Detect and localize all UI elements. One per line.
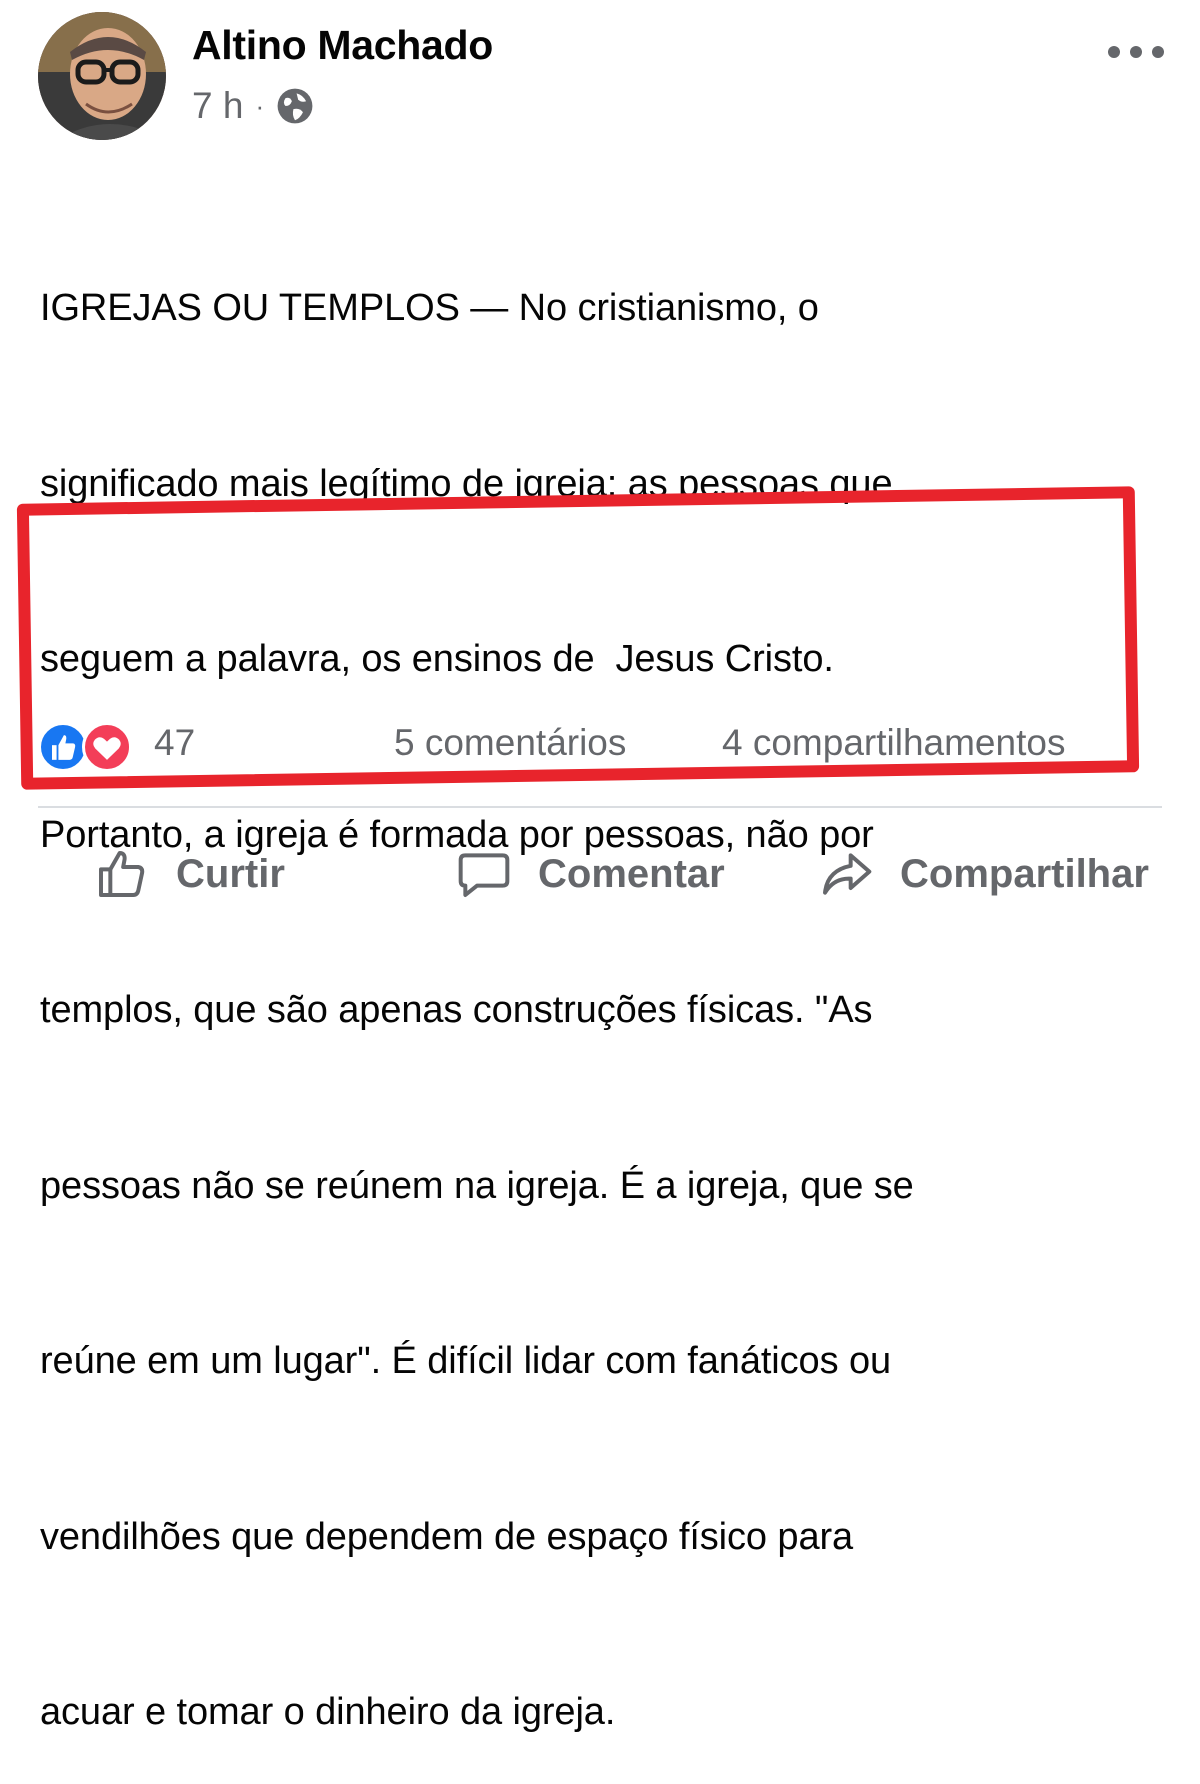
post-meta: 7 h · bbox=[192, 84, 314, 128]
thumbs-up-icon bbox=[99, 851, 145, 897]
comment-icon bbox=[458, 853, 510, 897]
share-button[interactable]: Compartilhar bbox=[818, 836, 1149, 906]
share-button-label: Compartilhar bbox=[900, 852, 1149, 896]
post-text-line: reúne em um lugar". É difícil lidar com … bbox=[40, 1340, 892, 1382]
post-text-line: acuar e tomar o dinheiro da igreja. bbox=[40, 1691, 616, 1733]
post-timestamp[interactable]: 7 h bbox=[192, 85, 243, 127]
post-text-line: IGREJAS OU TEMPLOS — No cristianismo, o bbox=[40, 287, 819, 329]
post-actions: Curtir Comentar Compartilhar bbox=[0, 836, 1200, 906]
post-text-line: templos, que são apenas construções físi… bbox=[40, 989, 873, 1031]
comment-button-label: Comentar bbox=[538, 852, 725, 896]
post-text: IGREJAS OU TEMPLOS — No cristianismo, o … bbox=[40, 162, 1140, 1784]
post-text-line: vendilhões que dependem de espaço físico… bbox=[40, 1515, 854, 1558]
red-highlight-box bbox=[16, 486, 1140, 790]
globe-icon[interactable] bbox=[276, 87, 314, 125]
author-name[interactable]: Altino Machado bbox=[192, 22, 493, 69]
more-options-icon[interactable] bbox=[1108, 38, 1164, 66]
author-avatar[interactable] bbox=[38, 12, 166, 140]
post-text-line: pessoas não se reúnem na igreja. É a igr… bbox=[40, 1164, 914, 1207]
share-arrow-icon bbox=[823, 853, 872, 895]
like-button-label: Curtir bbox=[176, 852, 285, 896]
avatar-photo bbox=[38, 12, 166, 140]
meta-separator: · bbox=[255, 90, 265, 121]
like-button[interactable]: Curtir bbox=[94, 836, 285, 906]
divider bbox=[38, 806, 1162, 808]
comment-button[interactable]: Comentar bbox=[456, 836, 725, 906]
